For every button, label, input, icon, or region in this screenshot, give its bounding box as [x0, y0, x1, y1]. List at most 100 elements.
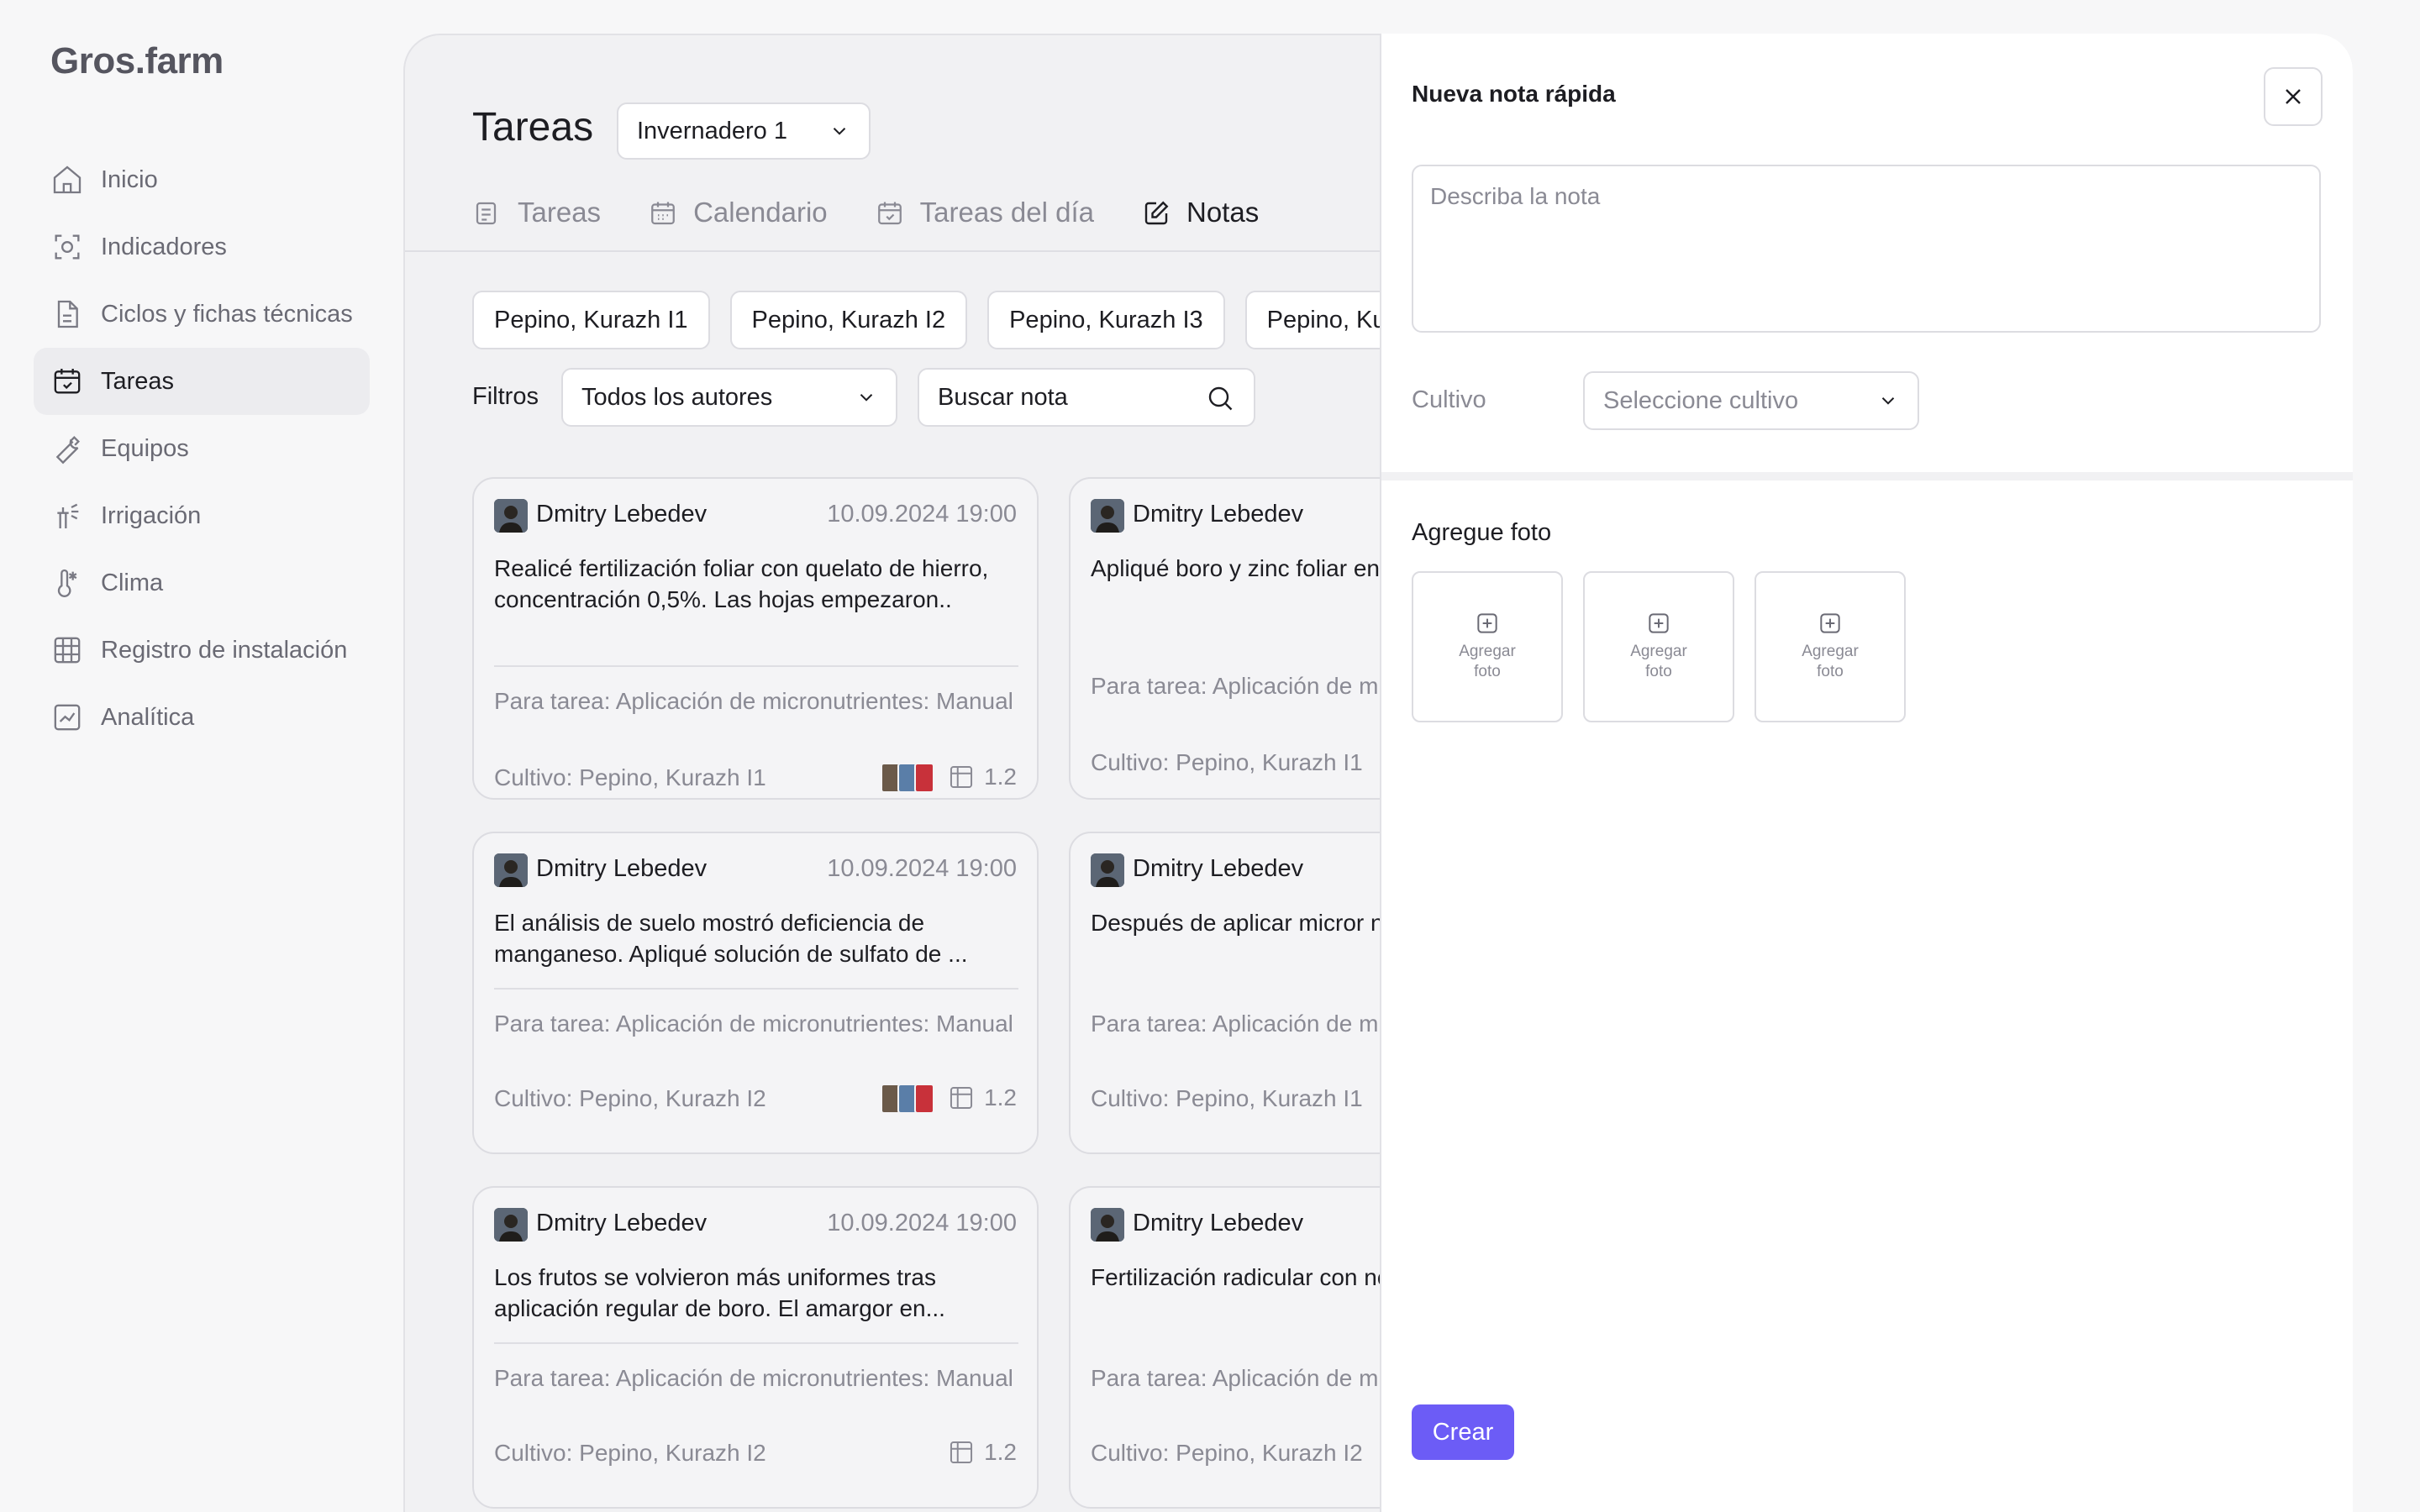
add-photo-label: Agregar foto — [1802, 643, 1859, 680]
create-button[interactable]: Crear — [1412, 1404, 1514, 1460]
sidebar-item-label: Clima — [101, 569, 164, 596]
search-input[interactable]: Buscar nota — [938, 384, 1068, 412]
note-date: 10.09.2024 19:00 — [827, 855, 1017, 882]
greenhouse-select-value: Invernadero 1 — [637, 117, 787, 144]
sprinkler-icon — [50, 499, 84, 533]
card-divider — [494, 988, 1018, 990]
note-crop: Cultivo: Pepino, Kurazh I1 — [1091, 1085, 1363, 1111]
tab-tareas-del-dia[interactable]: Tareas del día — [875, 197, 1094, 255]
note-text: Realicé fertilización foliar con quelato… — [494, 555, 989, 612]
author-filter-select[interactable]: Todos los autores — [561, 368, 897, 427]
crop-chip[interactable]: Pepino, Kurazh I1 — [472, 291, 710, 349]
note-text: El análisis de suelo mostró deficiencia … — [494, 910, 968, 967]
bed-icon — [950, 1441, 973, 1464]
add-photo-slot[interactable]: Agregar foto — [1412, 571, 1563, 722]
note-task: Para tarea: Aplicación de micronutriente… — [494, 1365, 1013, 1391]
note-task: Para tarea: Aplicación de micronutriente… — [494, 1011, 1013, 1037]
note-author: Dmitry Lebedev — [536, 1210, 708, 1236]
sidebar-item-ciclos[interactable]: Ciclos y fichas técnicas — [34, 281, 370, 348]
card-divider — [494, 665, 1018, 667]
search-icon[interactable] — [1205, 383, 1235, 413]
tab-label: Calendario — [693, 197, 828, 228]
quick-note-drawer: Nueva nota rápida Cultivo Seleccione cul… — [1380, 34, 2353, 1512]
crop-chip[interactable]: Pepino, Kurazh I3 — [987, 291, 1225, 349]
author-filter-value: Todos los autores — [581, 383, 773, 411]
photo-thumbnails[interactable] — [881, 1084, 934, 1114]
bed-icon — [950, 765, 973, 789]
tab-label: Notas — [1186, 197, 1260, 228]
sidebar-item-indicadores[interactable]: Indicadores — [34, 213, 370, 281]
thermometer-icon — [50, 566, 84, 600]
edit-note-icon — [1141, 198, 1171, 228]
wrench-icon — [50, 432, 84, 465]
bed-indicator: 1.2 — [947, 1438, 1017, 1467]
photo-thumbnails[interactable] — [881, 763, 934, 793]
crop-chip[interactable]: Pepino, Kurazh I2 — [729, 291, 968, 349]
avatar — [1091, 853, 1124, 887]
sidebar-item-label: Equipos — [101, 434, 189, 462]
note-author: Dmitry Lebedev — [536, 855, 708, 882]
note-crop: Cultivo: Pepino, Kurazh I1 — [1091, 749, 1363, 775]
note-author: Dmitry Lebedev — [1133, 1210, 1304, 1236]
add-icon — [1649, 613, 1669, 633]
bed-indicator: 1.2 — [947, 763, 1017, 791]
note-card[interactable]: Dmitry Lebedev 10.09.2024 19:00 Los frut… — [472, 1186, 1039, 1509]
note-author: Dmitry Lebedev — [536, 501, 708, 528]
indicators-icon — [50, 230, 84, 264]
sidebar-item-label: Inicio — [101, 165, 158, 193]
note-card[interactable]: Dmitry Lebedev 10.09.2024 19:00 El análi… — [472, 832, 1039, 1154]
card-divider — [494, 1342, 1018, 1344]
sidebar-item-label: Ciclos y fichas técnicas — [101, 300, 353, 328]
filters-label: Filtros — [472, 383, 539, 410]
sidebar-item-label: Tareas — [101, 367, 175, 395]
home-icon — [50, 163, 84, 197]
crop-select-value: Seleccione cultivo — [1603, 386, 1799, 414]
chevron-down-icon — [1881, 397, 1895, 405]
crop-chips: Pepino, Kurazh I1 Pepino, Kurazh I2 Pepi… — [472, 291, 1502, 349]
tab-calendario[interactable]: Calendario — [648, 197, 828, 255]
note-card[interactable]: Dmitry Lebedev 10.09.2024 19:00 Realicé … — [472, 477, 1039, 800]
tab-notas[interactable]: Notas — [1141, 197, 1259, 255]
add-photo-slot[interactable]: Agregar foto — [1754, 571, 1906, 722]
drawer-title: Nueva nota rápida — [1412, 81, 1616, 107]
avatar — [494, 1208, 528, 1242]
sidebar-item-analitica[interactable]: Analítica — [34, 684, 370, 751]
bed-number: 1.2 — [984, 1084, 1017, 1110]
sidebar-item-label: Irrigación — [101, 501, 202, 529]
crop-label: Cultivo — [1412, 386, 1486, 413]
sidebar: Gros.farm Inicio Indicadores Ciclos y fi… — [0, 0, 403, 1512]
note-date: 10.09.2024 19:00 — [827, 1210, 1017, 1236]
add-icon — [1477, 613, 1497, 633]
sidebar-item-tareas[interactable]: Tareas — [34, 348, 370, 415]
bed-number: 1.2 — [984, 1439, 1017, 1465]
crop-select[interactable]: Seleccione cultivo — [1583, 371, 1919, 430]
sidebar-nav: Inicio Indicadores Ciclos y fichas técni… — [34, 146, 370, 751]
bed-icon — [950, 1086, 973, 1110]
note-crop: Cultivo: Pepino, Kurazh I2 — [1091, 1440, 1363, 1466]
app-logo[interactable]: Gros.farm — [50, 40, 224, 82]
search-box[interactable]: Buscar nota — [918, 368, 1255, 427]
add-photo-label: Agregar foto — [1630, 643, 1687, 680]
sidebar-item-registro[interactable]: Registro de instalación — [34, 617, 370, 684]
photo-section-title: Agregue foto — [1412, 519, 1552, 546]
sidebar-item-label: Registro de instalación — [101, 636, 348, 664]
calendar-check-icon — [50, 365, 84, 398]
document-icon — [50, 297, 84, 331]
greenhouse-select[interactable]: Invernadero 1 — [617, 102, 871, 160]
sidebar-item-irrigacion[interactable]: Irrigación — [34, 482, 370, 549]
avatar — [494, 499, 528, 533]
note-author: Dmitry Lebedev — [1133, 855, 1304, 882]
tasks-icon — [472, 198, 502, 228]
add-photo-label: Agregar foto — [1459, 643, 1516, 680]
note-task: Para tarea: Aplicación de micronutriente… — [494, 688, 1013, 714]
tab-label: Tareas — [518, 197, 602, 228]
sidebar-item-equipos[interactable]: Equipos — [34, 415, 370, 482]
bed-indicator: 1.2 — [947, 1084, 1017, 1112]
note-crop: Cultivo: Pepino, Kurazh I1 — [494, 764, 766, 790]
tab-tareas[interactable]: Tareas — [472, 197, 601, 255]
add-photo-slot[interactable]: Agregar foto — [1583, 571, 1734, 722]
sidebar-item-inicio[interactable]: Inicio — [34, 146, 370, 213]
sidebar-item-clima[interactable]: Clima — [34, 549, 370, 617]
note-textarea[interactable] — [1412, 165, 2321, 333]
close-button[interactable] — [2264, 67, 2323, 126]
